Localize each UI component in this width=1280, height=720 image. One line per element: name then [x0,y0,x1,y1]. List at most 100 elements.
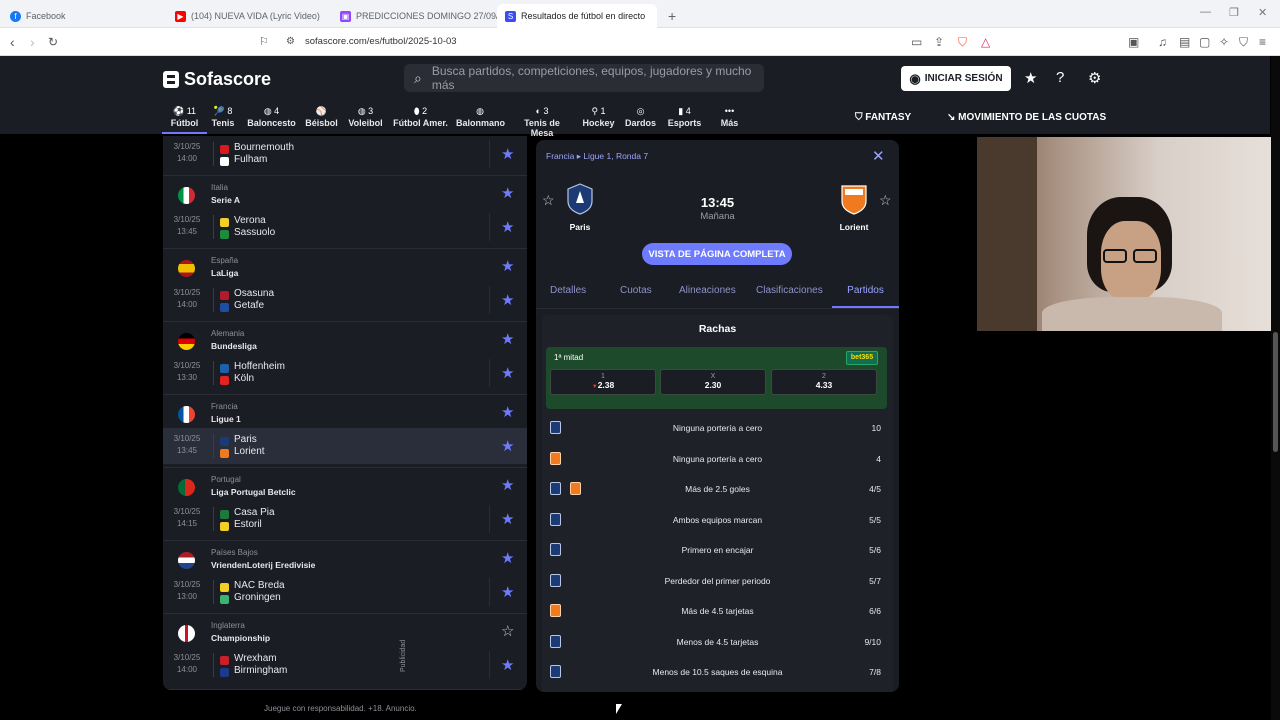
odds-movement-link[interactable]: ↘ MOVIMIENTO DE LAS CUOTAS [947,112,1106,123]
odds-button-draw[interactable]: X 2.30 [660,369,766,395]
favorite-match-star-icon[interactable]: ★ [501,145,514,163]
browser-tab[interactable]: f Facebook [2,4,167,28]
odds-button-home[interactable]: 1 ▼2.38 [550,369,656,395]
sport-tab-béisbol[interactable]: ⚾ Béisbol [299,106,344,128]
sport-tab-esports[interactable]: ▮ 4 Esports [662,106,707,128]
league-name[interactable]: LaLiga [211,268,238,278]
match-row[interactable]: 3/10/25 13:30 Hoffenheim Köln ★ [163,355,527,391]
sport-tab-baloncesto[interactable]: ◍ 4 Baloncesto [244,106,299,128]
match-row[interactable]: 3/10/25 14:00 Bournemouth Fulham ★ [163,136,527,172]
streak-row[interactable]: Ambos equipos marcan 5/5 [542,505,893,535]
league-country[interactable]: Inglaterra [211,621,245,630]
favorite-match-star-icon[interactable]: ★ [501,510,514,528]
full-page-view-button[interactable]: VISTA DE PÁGINA COMPLETA [642,243,792,265]
close-icon[interactable]: ✕ [872,147,885,165]
favorite-match-star-icon[interactable]: ★ [501,583,514,601]
close-window-icon[interactable]: ✕ [1258,6,1267,19]
streak-row[interactable]: Más de 2.5 goles 4/5 [542,474,893,504]
streak-row[interactable]: Perdedor del primer periodo 5/7 [542,566,893,596]
favorite-match-star-icon[interactable]: ★ [501,437,514,455]
share-icon[interactable]: ⇪ [934,35,944,49]
sport-tab-dardos[interactable]: ◎ Dardos [618,106,663,128]
league-country[interactable]: Portugal [211,475,241,484]
streak-row[interactable]: Más de 4.5 tarjetas 6/6 [542,596,893,626]
league-country[interactable]: España [211,256,238,265]
page-scrollbar[interactable] [1271,56,1280,720]
league-name[interactable]: Championship [211,633,270,643]
streak-row[interactable]: Primero en encajar 5/6 [542,535,893,565]
reload-icon[interactable]: ↻ [48,35,58,49]
fantasy-link[interactable]: ⛉ FANTASY [855,112,911,123]
browser-tab[interactable]: ▶ (104) NUEVA VIDA (Lyric Video) [167,4,332,28]
away-team-name[interactable]: Lorient [824,222,884,232]
favorite-league-star-icon[interactable]: ☆ [501,622,514,640]
match-row[interactable]: 3/10/25 13:45 Paris Lorient ★ [163,428,527,464]
league-country[interactable]: Italia [211,183,228,192]
streak-row[interactable]: Ninguna portería a cero 10 [542,413,893,443]
site-info-icon[interactable]: ⚙ [286,36,295,47]
bookmaker-logo[interactable]: bet365 [846,351,878,365]
favorite-league-star-icon[interactable]: ★ [501,184,514,202]
league-country[interactable]: Países Bajos [211,548,258,557]
url-field[interactable]: sofascore.com/es/futbol/2025-10-03 [305,36,457,47]
favorite-match-star-icon[interactable]: ★ [501,364,514,382]
sport-tab-hockey[interactable]: ⚲ 1 Hockey [576,106,621,128]
streak-row[interactable]: Ninguna portería a cero 4 [542,444,893,474]
cast-icon[interactable]: ▭ [911,35,922,49]
sport-tab-tenis[interactable]: 🎾 8 Tenis [202,106,244,128]
league-country[interactable]: Francia [211,402,238,411]
tab-odds[interactable]: Cuotas [620,285,652,296]
favorite-star-icon[interactable]: ☆ [879,192,892,209]
new-tab-button[interactable]: + [660,4,680,28]
brave-shield-icon[interactable]: ⛉ [958,35,967,50]
match-row[interactable]: 3/10/25 13:00 NAC Breda Groningen ★ [163,574,527,610]
favorite-match-star-icon[interactable]: ★ [501,218,514,236]
bookmark-icon[interactable]: ⚐ [259,35,269,48]
sport-tab-balonmano[interactable]: ◍ Balonmano [456,106,505,128]
league-name[interactable]: VriendenLoterij Eredivisie [211,560,315,570]
sport-tab-fútbol-amer-[interactable]: ⬮ 2 Fútbol Amer. [393,106,448,128]
help-icon[interactable]: ? [1056,69,1064,86]
league-name[interactable]: Ligue 1 [211,414,241,424]
odds-button-away[interactable]: 2 4.33 [771,369,877,395]
streak-row[interactable]: Menos de 10.5 saques de esquina 7/8 [542,657,893,687]
tab-lineups[interactable]: Alineaciones [679,285,736,296]
rewards-icon[interactable]: △ [981,35,990,49]
tab-standings[interactable]: Clasificaciones [756,285,823,296]
minimize-icon[interactable]: — [1200,6,1211,18]
menu-icon[interactable]: ≡ [1259,35,1266,49]
sidebar-icon[interactable]: ▤ [1179,35,1190,49]
leo-ai-icon[interactable]: ✧ [1219,35,1229,49]
settings-gear-icon[interactable]: ⚙ [1088,69,1101,87]
favorite-league-star-icon[interactable]: ★ [501,403,514,421]
favorite-league-star-icon[interactable]: ★ [501,330,514,348]
match-row[interactable]: 3/10/25 14:00 Osasuna Getafe ★ [163,282,527,318]
browser-tab[interactable]: ▣ PREDICCIONES DOMINGO 27/09/25 [332,4,497,28]
vpn-icon[interactable]: ⛉ [1239,35,1248,50]
forward-icon[interactable]: › [30,34,35,50]
tab-matches[interactable]: Partidos [832,285,899,308]
favorite-match-star-icon[interactable]: ★ [501,291,514,309]
login-button[interactable]: ◉ INICIAR SESIÓN [901,66,1011,91]
sofascore-logo[interactable]: Sofascore [163,69,271,90]
sport-tab-tenis-de-mesa[interactable]: ◐ 3 Tenis de Mesa [512,106,572,138]
match-row[interactable]: 3/10/25 14:15 Casa Pia Estoril ★ [163,501,527,537]
reader-icon[interactable]: ▣ [1128,35,1139,49]
restore-icon[interactable]: ❐ [1229,6,1239,19]
search-input[interactable]: ⌕ Busca partidos, competiciones, equipos… [404,64,764,92]
match-row[interactable]: 3/10/25 14:00 Wrexham Birmingham ★ [163,647,527,683]
tab-details[interactable]: Detalles [550,285,586,296]
league-name[interactable]: Serie A [211,195,240,205]
browser-tab-active[interactable]: S Resultados de fútbol en directo ✕ [497,4,657,28]
league-name[interactable]: Bundesliga [211,341,257,351]
favorite-match-star-icon[interactable]: ★ [501,656,514,674]
sport-tab-voleibol[interactable]: ◍ 3 Voleibol [343,106,388,128]
sport-tab-fútbol[interactable]: ⚽ 11 Fútbol [162,106,207,134]
back-icon[interactable]: ‹ [10,34,15,50]
home-team-name[interactable]: Paris [550,222,610,232]
sport-tab-más[interactable]: ••• Más [707,106,752,128]
breadcrumb[interactable]: Francia ▸ Ligue 1, Ronda 7 [546,151,648,162]
league-name[interactable]: Liga Portugal Betclic [211,487,296,497]
streak-row[interactable]: Menos de 4.5 tarjetas 9/10 [542,627,893,657]
wallet-icon[interactable]: ▢ [1199,35,1210,49]
